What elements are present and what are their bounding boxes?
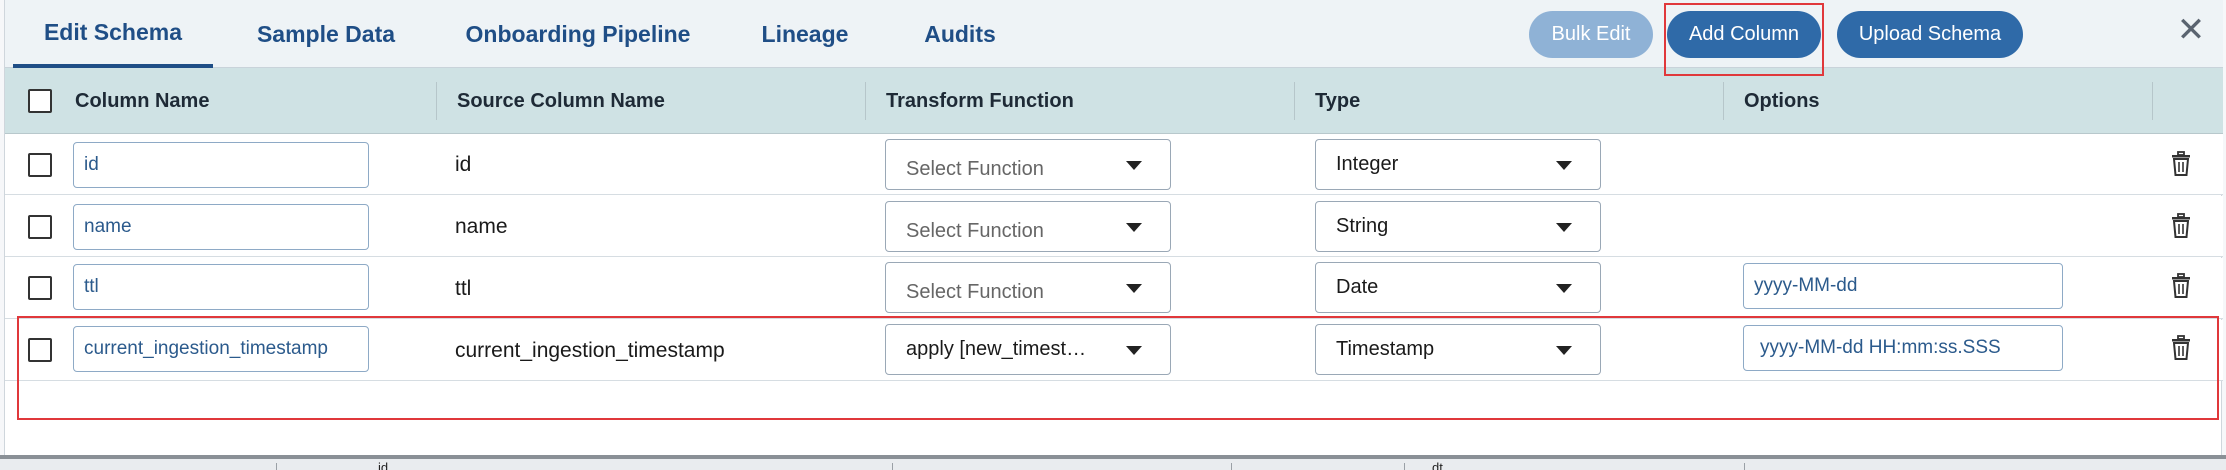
- chevron-down-icon: [1126, 222, 1142, 232]
- table-row: current_ingestion_timestamp current_inge…: [5, 320, 2223, 381]
- strip-divider: [276, 463, 277, 470]
- type-value: Integer: [1336, 153, 1399, 175]
- column-name-input[interactable]: id: [73, 142, 369, 188]
- chevron-down-icon: [1556, 222, 1572, 232]
- chevron-down-icon: [1556, 160, 1572, 170]
- source-column-name: id: [455, 152, 472, 176]
- close-icon[interactable]: ✕: [2171, 10, 2211, 50]
- background-table-strip: id dt: [0, 455, 2226, 470]
- transform-function-select[interactable]: Select Function: [885, 201, 1171, 252]
- type-select[interactable]: Timestamp: [1315, 324, 1601, 375]
- strip-divider: [892, 463, 893, 470]
- chevron-down-icon: [1126, 345, 1142, 355]
- transform-function-value: Select Function: [906, 281, 1044, 303]
- type-select[interactable]: Integer: [1315, 139, 1601, 190]
- table-row: ttl ttl Select Function Date yyyy-MM-dd: [5, 258, 2223, 319]
- row-checkbox[interactable]: [28, 153, 52, 177]
- header-type: Type: [1315, 89, 1361, 112]
- transform-function-select[interactable]: Select Function: [885, 262, 1171, 313]
- app-frame: Edit Schema Sample Data Onboarding Pipel…: [0, 0, 2226, 470]
- schema-editor-panel: Edit Schema Sample Data Onboarding Pipel…: [4, 0, 2223, 455]
- type-value: Date: [1336, 276, 1379, 298]
- strip-divider: [1744, 463, 1745, 470]
- chevron-down-icon: [1126, 283, 1142, 293]
- trash-icon[interactable]: [2170, 335, 2192, 361]
- chevron-down-icon: [1126, 160, 1142, 170]
- tab-bar: Edit Schema Sample Data Onboarding Pipel…: [5, 0, 2223, 68]
- tab-onboarding-pipeline[interactable]: Onboarding Pipeline: [453, 0, 703, 68]
- type-value: Timestamp: [1336, 338, 1435, 360]
- strip-text: id: [378, 460, 389, 470]
- upload-schema-button[interactable]: Upload Schema: [1837, 11, 2023, 58]
- table-row: id id Select Function Integer: [5, 134, 2223, 195]
- options-format-input[interactable]: yyyy-MM-dd HH:mm:ss.SSS: [1743, 325, 2063, 371]
- transform-function-select[interactable]: apply [new_timest…: [885, 324, 1171, 375]
- table-header: Column Name Source Column Name Transform…: [5, 68, 2223, 134]
- tab-edit-schema[interactable]: Edit Schema: [13, 0, 213, 68]
- column-divider: [2152, 82, 2153, 120]
- select-all-checkbox[interactable]: [28, 89, 52, 113]
- transform-function-select[interactable]: Select Function: [885, 139, 1171, 190]
- type-select[interactable]: String: [1315, 201, 1601, 252]
- trash-icon[interactable]: [2170, 151, 2192, 177]
- tab-lineage[interactable]: Lineage: [745, 0, 865, 68]
- tab-sample-data[interactable]: Sample Data: [241, 0, 411, 68]
- column-name-input[interactable]: current_ingestion_timestamp: [73, 326, 369, 372]
- strip-divider: [1404, 463, 1405, 470]
- column-divider: [436, 82, 437, 120]
- row-checkbox[interactable]: [28, 276, 52, 300]
- header-column-name: Column Name: [75, 89, 210, 112]
- source-column-name: ttl: [455, 276, 472, 300]
- add-column-button[interactable]: Add Column: [1667, 11, 1821, 58]
- row-checkbox[interactable]: [28, 215, 52, 239]
- column-name-input[interactable]: ttl: [73, 264, 369, 310]
- row-checkbox[interactable]: [28, 338, 52, 362]
- trash-icon[interactable]: [2170, 213, 2192, 239]
- column-divider: [1294, 82, 1295, 120]
- strip-text: dt: [1432, 460, 1443, 470]
- transform-function-value: Select Function: [906, 220, 1044, 242]
- source-column-name: current_ingestion_timestamp: [455, 338, 725, 362]
- tab-audits[interactable]: Audits: [905, 0, 1015, 68]
- strip-divider: [1231, 463, 1232, 470]
- options-format-input[interactable]: yyyy-MM-dd: [1743, 263, 2063, 309]
- column-divider: [865, 82, 866, 120]
- column-divider: [1723, 82, 1724, 120]
- source-column-name: name: [455, 214, 508, 238]
- header-options: Options: [1744, 89, 1820, 112]
- transform-function-value: Select Function: [906, 158, 1044, 180]
- column-name-input[interactable]: name: [73, 204, 369, 250]
- chevron-down-icon: [1556, 345, 1572, 355]
- header-source-column-name: Source Column Name: [457, 89, 665, 112]
- bulk-edit-button[interactable]: Bulk Edit: [1529, 11, 1653, 58]
- transform-function-value: apply [new_timest…: [906, 338, 1087, 360]
- type-select[interactable]: Date: [1315, 262, 1601, 313]
- table-row: name name Select Function String: [5, 196, 2223, 257]
- chevron-down-icon: [1556, 283, 1572, 293]
- type-value: String: [1336, 215, 1389, 237]
- header-transform-function: Transform Function: [886, 89, 1074, 112]
- trash-icon[interactable]: [2170, 273, 2192, 299]
